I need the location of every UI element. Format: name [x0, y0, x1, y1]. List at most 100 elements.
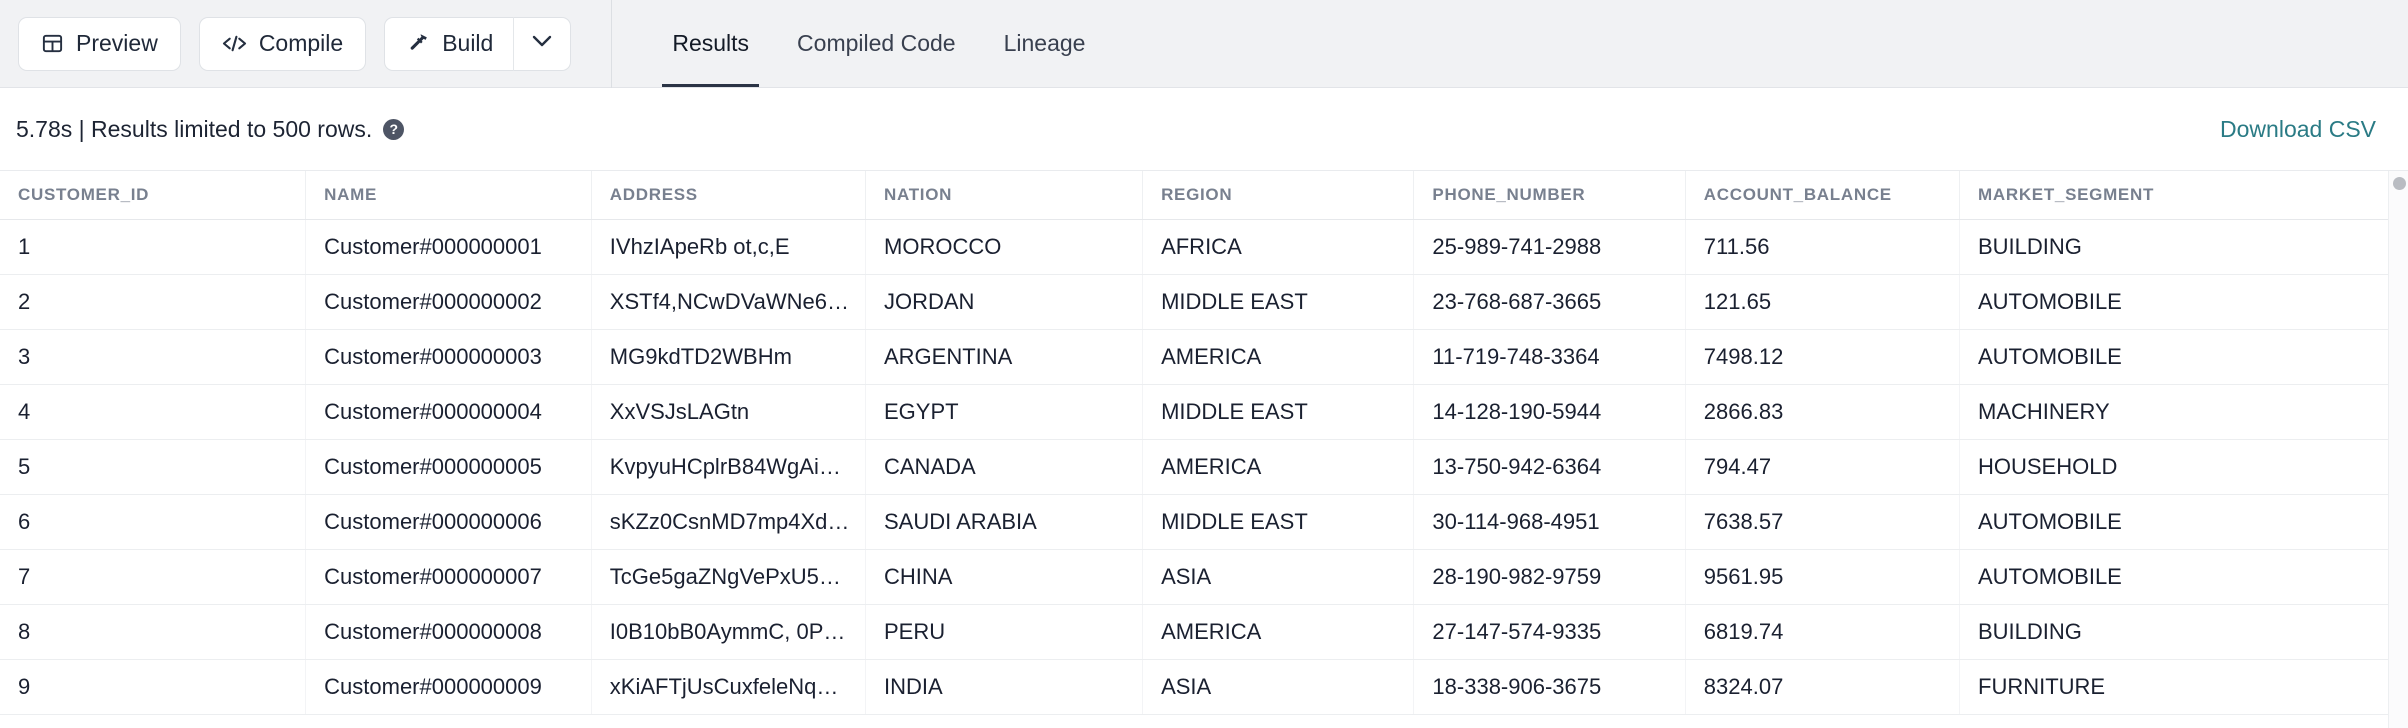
help-icon[interactable]: ? — [383, 118, 405, 140]
column-header-account-balance[interactable]: ACCOUNT_BALANCE — [1685, 171, 1961, 220]
cell-address: xKiAFTjUsCuxfeleNq… — [591, 659, 867, 715]
cell-nation: CANADA — [865, 439, 1144, 495]
cell-market-segment: AUTOMOBILE — [1959, 494, 2388, 550]
download-csv-link[interactable]: Download CSV — [2220, 116, 2384, 143]
results-table-container: CUSTOMER_ID NAME ADDRESS NATION REGION P… — [0, 170, 2408, 728]
tab-results[interactable]: Results — [648, 0, 773, 87]
tab-results-label: Results — [672, 30, 750, 56]
column-header-nation[interactable]: NATION — [865, 171, 1144, 220]
cell-phone-number: 18-338-906-3675 — [1413, 659, 1686, 715]
cell-nation: MOROCCO — [865, 219, 1144, 275]
compile-button[interactable]: Compile — [198, 16, 367, 71]
cell-market-segment: AUTOMOBILE — [1959, 549, 2388, 605]
cell-account-balance: 121.65 — [1685, 274, 1961, 330]
cell-region: ASIA — [1142, 659, 1415, 715]
cell-market-segment: AUTOMOBILE — [1959, 274, 2388, 330]
cell-nation: PERU — [865, 604, 1144, 660]
cell-region: MIDDLE EAST — [1142, 494, 1415, 550]
table-grid-icon — [41, 32, 64, 55]
code-brackets-icon — [222, 32, 247, 55]
cell-address: MG9kdTD2WBHm — [591, 329, 867, 385]
column-header-address[interactable]: ADDRESS — [591, 171, 867, 220]
cell-account-balance: 7498.12 — [1685, 329, 1961, 385]
cell-customer-id: 1 — [0, 219, 307, 275]
cell-phone-number: 27-147-574-9335 — [1413, 604, 1686, 660]
build-dropdown-button[interactable] — [513, 16, 572, 71]
column-header-customer-id[interactable]: CUSTOMER_ID — [0, 171, 307, 220]
table-row[interactable]: 2 Customer#000000002 XSTf4,NCwDVaWNe6… JORD… — [0, 274, 2388, 330]
tab-bar: Results Compiled Code Lineage — [612, 0, 1109, 87]
cell-customer-id: 7 — [0, 549, 307, 605]
cell-address: XSTf4,NCwDVaWNe6… — [591, 274, 867, 330]
vertical-scrollbar-thumb[interactable] — [2393, 177, 2406, 190]
cell-address: IVhzIApeRb ot,c,E — [591, 219, 867, 275]
cell-region: MIDDLE EAST — [1142, 274, 1415, 330]
tab-lineage-label: Lineage — [1003, 30, 1086, 56]
cell-address: TcGe5gaZNgVePxU5… — [591, 549, 867, 605]
column-header-phone-number[interactable]: PHONE_NUMBER — [1413, 171, 1686, 220]
cell-market-segment: AUTOMOBILE — [1959, 329, 2388, 385]
column-header-market-segment[interactable]: MARKET_SEGMENT — [1959, 171, 2388, 220]
cell-nation: INDIA — [865, 659, 1144, 715]
cell-name: Customer#000000002 — [305, 274, 592, 330]
results-table-body: 1 Customer#000000001 IVhzIApeRb ot,c,E MORO… — [0, 219, 2388, 715]
query-results-panel: Preview Compile Build Results Compiled C… — [0, 0, 2408, 728]
compile-button-label: Compile — [258, 30, 344, 56]
cell-phone-number: 11-719-748-3364 — [1413, 329, 1686, 385]
status-message: 5.78s | Results limited to 500 rows. — [16, 115, 373, 142]
cell-account-balance: 2866.83 — [1685, 384, 1961, 440]
cell-market-segment: HOUSEHOLD — [1959, 439, 2388, 495]
cell-customer-id: 5 — [0, 439, 307, 495]
table-row[interactable]: 9 Customer#000000009 xKiAFTjUsCuxfeleNq… IN… — [0, 659, 2388, 715]
cell-market-segment: BUILDING — [1959, 219, 2388, 275]
table-header-row: CUSTOMER_ID NAME ADDRESS NATION REGION P… — [0, 171, 2388, 220]
cell-region: AMERICA — [1142, 439, 1415, 495]
cell-name: Customer#000000005 — [305, 439, 592, 495]
tab-lineage[interactable]: Lineage — [980, 0, 1110, 87]
cell-name: Customer#000000004 — [305, 384, 592, 440]
cell-name: Customer#000000008 — [305, 604, 592, 660]
preview-button[interactable]: Preview — [18, 16, 181, 71]
cell-region: AMERICA — [1142, 604, 1415, 660]
column-header-region[interactable]: REGION — [1142, 171, 1415, 220]
cell-name: Customer#000000001 — [305, 219, 592, 275]
cell-phone-number: 23-768-687-3665 — [1413, 274, 1686, 330]
tab-compiled-code[interactable]: Compiled Code — [773, 0, 980, 87]
table-row[interactable]: 1 Customer#000000001 IVhzIApeRb ot,c,E MORO… — [0, 219, 2388, 275]
table-row[interactable]: 5 Customer#000000005 KvpyuHCplrB84WgAi… CAN… — [0, 439, 2388, 495]
table-row[interactable]: 6 Customer#000000006 sKZz0CsnMD7mp4Xd… SAUD… — [0, 494, 2388, 550]
cell-market-segment: MACHINERY — [1959, 384, 2388, 440]
results-table: CUSTOMER_ID NAME ADDRESS NATION REGION P… — [0, 171, 2388, 715]
cell-phone-number: 30-114-968-4951 — [1413, 494, 1686, 550]
tab-compiled-code-label: Compiled Code — [797, 30, 956, 56]
table-row[interactable]: 8 Customer#000000008 I0B10bB0AymmC, 0P… PER… — [0, 604, 2388, 660]
cell-account-balance: 7638.57 — [1685, 494, 1961, 550]
cell-nation: SAUDI ARABIA — [865, 494, 1144, 550]
cell-customer-id: 6 — [0, 494, 307, 550]
column-header-name[interactable]: NAME — [305, 171, 592, 220]
build-button-label: Build — [442, 30, 494, 56]
cell-market-segment: BUILDING — [1959, 604, 2388, 660]
cell-customer-id: 4 — [0, 384, 307, 440]
cell-address: sKZz0CsnMD7mp4Xd… — [591, 494, 867, 550]
table-row[interactable]: 7 Customer#000000007 TcGe5gaZNgVePxU5… CHIN… — [0, 549, 2388, 605]
cell-address: KvpyuHCplrB84WgAi… — [591, 439, 867, 495]
table-row[interactable]: 3 Customer#000000003 MG9kdTD2WBHm ARGENTINA… — [0, 329, 2388, 385]
toolbar-actions: Preview Compile Build — [0, 0, 613, 88]
cell-customer-id: 9 — [0, 659, 307, 715]
build-button[interactable]: Build — [384, 16, 514, 71]
cell-account-balance: 8324.07 — [1685, 659, 1961, 715]
cell-nation: ARGENTINA — [865, 329, 1144, 385]
cell-customer-id: 3 — [0, 329, 307, 385]
cell-name: Customer#000000006 — [305, 494, 592, 550]
results-status-bar: 5.78s | Results limited to 500 rows. ? D… — [0, 88, 2408, 170]
vertical-scrollbar[interactable] — [2388, 171, 2408, 728]
cell-nation: CHINA — [865, 549, 1144, 605]
hammer-icon — [407, 32, 430, 55]
cell-account-balance: 711.56 — [1685, 219, 1961, 275]
cell-region: ASIA — [1142, 549, 1415, 605]
results-table-head: CUSTOMER_ID NAME ADDRESS NATION REGION P… — [0, 171, 2388, 220]
cell-phone-number: 13-750-942-6364 — [1413, 439, 1686, 495]
status-message-group: 5.78s | Results limited to 500 rows. ? — [16, 115, 405, 143]
table-row[interactable]: 4 Customer#000000004 XxVSJsLAGtn EGYPT MIDDL… — [0, 384, 2388, 440]
